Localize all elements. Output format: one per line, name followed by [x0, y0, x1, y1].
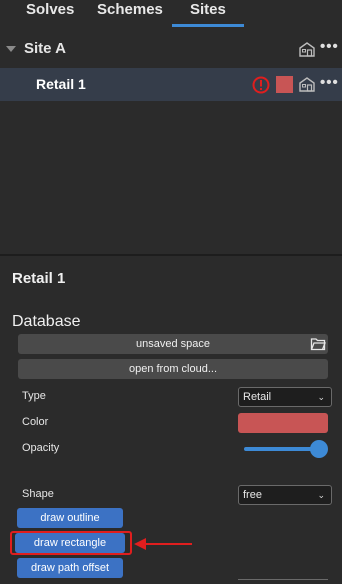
chevron-down-icon: ⌄ — [317, 490, 325, 500]
partial-select-edge — [238, 579, 328, 584]
tree-row-retail[interactable]: Retail 1 ••• — [0, 68, 342, 101]
more-icon[interactable]: ••• — [320, 38, 339, 55]
panel-title: Retail 1 — [12, 270, 66, 287]
unsaved-space-button[interactable]: unsaved space — [18, 334, 328, 354]
panel-divider[interactable] — [0, 254, 342, 256]
shape-select[interactable]: free ⌄ — [238, 485, 332, 505]
open-file-icon[interactable] — [310, 336, 326, 359]
more-icon[interactable]: ••• — [320, 74, 339, 91]
color-swatch-icon[interactable] — [276, 76, 293, 93]
tab-solves[interactable]: Solves — [26, 1, 74, 18]
color-picker[interactable] — [238, 413, 328, 433]
opacity-slider-track[interactable] — [244, 447, 318, 451]
tab-schemes[interactable]: Schemes — [97, 1, 163, 18]
chevron-down-icon: ⌄ — [317, 392, 325, 402]
type-label: Type — [22, 390, 46, 402]
collapse-caret-icon[interactable] — [6, 46, 16, 52]
shape-label: Shape — [22, 488, 54, 500]
annotation-arrow-head — [134, 538, 146, 550]
warning-icon[interactable] — [252, 76, 270, 99]
draw-outline-button[interactable]: draw outline — [17, 508, 123, 528]
tab-bar: Solves Schemes Sites — [0, 0, 342, 28]
opacity-slider-thumb[interactable] — [310, 440, 328, 458]
home-icon[interactable] — [298, 41, 316, 62]
active-tab-indicator — [172, 24, 244, 27]
tree-row-site[interactable]: Site A ••• — [0, 34, 342, 66]
retail-label: Retail 1 — [36, 76, 86, 92]
home-icon[interactable] — [298, 76, 316, 97]
shape-select-value: free — [243, 489, 262, 501]
draw-path-offset-button[interactable]: draw path offset — [17, 558, 123, 578]
type-select[interactable]: Retail ⌄ — [238, 387, 332, 407]
open-from-cloud-button[interactable]: open from cloud... — [18, 359, 328, 379]
annotation-highlight-box — [10, 531, 132, 555]
site-label: Site A — [24, 40, 66, 57]
annotation-arrow-line — [146, 543, 192, 545]
tab-sites[interactable]: Sites — [190, 1, 226, 18]
opacity-label: Opacity — [22, 442, 60, 454]
type-select-value: Retail — [243, 391, 272, 403]
unsaved-space-label: unsaved space — [136, 338, 210, 350]
section-database: Database — [12, 313, 81, 330]
color-label: Color — [22, 416, 49, 428]
